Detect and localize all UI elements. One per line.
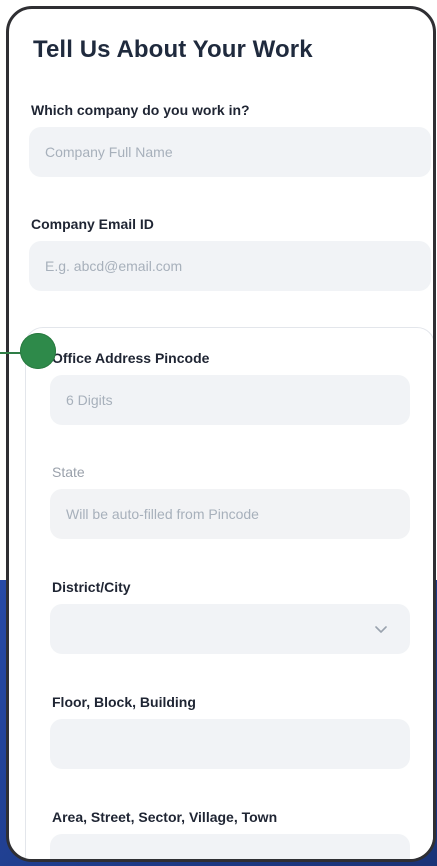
pincode-input[interactable]: 6 Digits bbox=[50, 375, 410, 425]
pincode-placeholder: 6 Digits bbox=[66, 392, 113, 408]
company-email-placeholder: E.g. abcd@email.com bbox=[45, 258, 183, 274]
email-label: Company Email ID bbox=[31, 216, 154, 232]
area-input[interactable] bbox=[50, 834, 410, 859]
district-label: District/City bbox=[52, 579, 131, 595]
annotation-marker-dot bbox=[20, 333, 56, 369]
company-name-input[interactable]: Company Full Name bbox=[29, 127, 431, 177]
area-label: Area, Street, Sector, Village, Town bbox=[52, 809, 278, 825]
phone-frame: Tell Us About Your Work Which company do… bbox=[6, 6, 436, 862]
chevron-down-icon bbox=[375, 626, 387, 633]
state-placeholder: Will be auto-filled from Pincode bbox=[66, 506, 259, 522]
district-select[interactable] bbox=[50, 604, 410, 654]
company-name-placeholder: Company Full Name bbox=[45, 144, 173, 160]
office-address-card: Office Address Pincode 6 Digits State Wi… bbox=[25, 327, 433, 859]
pincode-label: Office Address Pincode bbox=[52, 350, 210, 366]
floor-label: Floor, Block, Building bbox=[52, 694, 196, 710]
floor-input[interactable] bbox=[50, 719, 410, 769]
page-title: Tell Us About Your Work bbox=[33, 36, 313, 63]
company-label: Which company do you work in? bbox=[31, 102, 250, 118]
company-email-input[interactable]: E.g. abcd@email.com bbox=[29, 241, 431, 291]
state-label: State bbox=[52, 464, 85, 480]
state-input: Will be auto-filled from Pincode bbox=[50, 489, 410, 539]
